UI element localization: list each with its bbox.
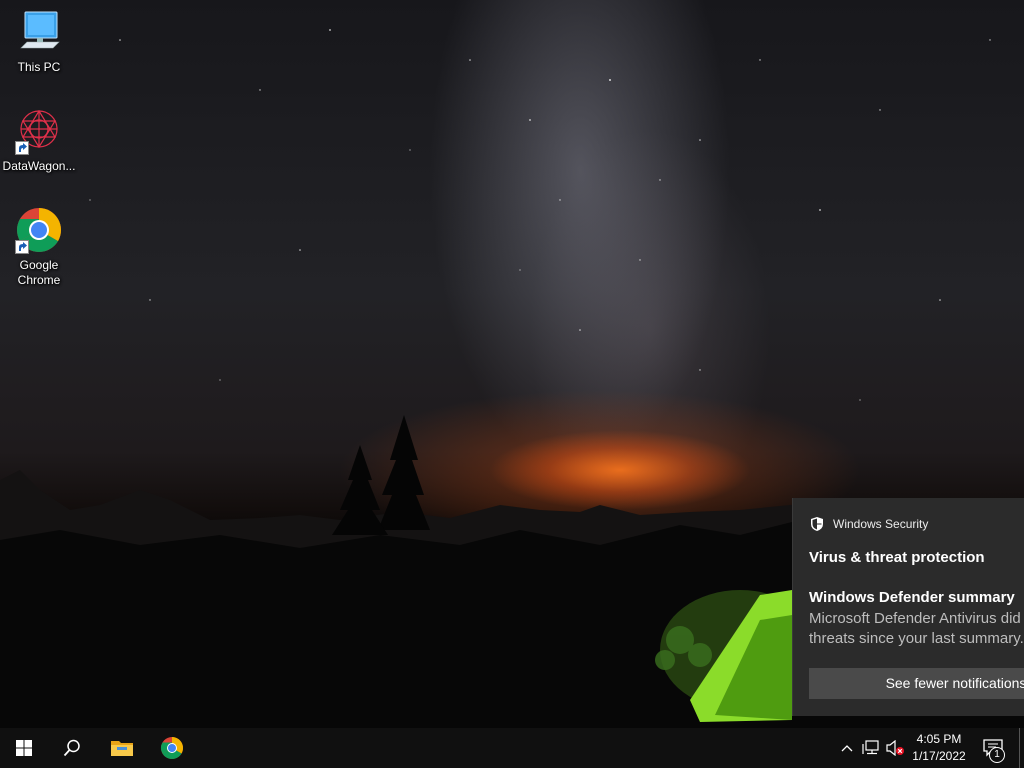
taskbar: 4:05 PM 1/17/2022: [0, 728, 1024, 768]
chevron-up-icon: [841, 745, 853, 752]
see-fewer-notifications-button[interactable]: See fewer notifications: [809, 668, 1024, 699]
desktop-icon-datawagon[interactable]: DataWagon...: [1, 107, 77, 174]
shortcut-arrow-icon: [15, 141, 29, 155]
notification-count-badge: 1: [989, 747, 1005, 763]
start-button[interactable]: [0, 728, 48, 768]
desktop-icon-label: Google Chrome: [17, 258, 61, 287]
network-button[interactable]: [860, 728, 882, 768]
notification-title: Windows Defender summary: [809, 589, 1015, 606]
chrome-taskbar-button[interactable]: [148, 728, 196, 768]
notification-body: Microsoft Defender Antivirus did threats…: [809, 609, 1024, 649]
desktop-icon-google-chrome[interactable]: Google Chrome: [1, 206, 77, 288]
file-explorer-button[interactable]: [98, 728, 146, 768]
network-icon: [862, 740, 879, 755]
shortcut-arrow-icon: [15, 240, 29, 254]
datawagon-icon: [15, 107, 63, 155]
show-desktop-divider: [1018, 728, 1020, 768]
taskbar-clock[interactable]: 4:05 PM 1/17/2022: [906, 731, 972, 765]
stars: [89, 29, 991, 401]
search-icon: [63, 739, 80, 757]
desktop-icon-label: This PC: [17, 60, 61, 74]
notification-app-row: Windows Security: [809, 516, 928, 532]
file-explorer-icon: [111, 741, 133, 756]
volume-button[interactable]: [884, 728, 906, 768]
security-notification-toast[interactable]: Windows Security Virus & threat protecti…: [792, 498, 1024, 716]
notification-body-line: threats since your last summary.: [809, 630, 1024, 647]
notification-app-name: Windows Security: [833, 517, 929, 531]
clock-date: 1/17/2022: [912, 749, 966, 763]
shield-icon: [811, 517, 823, 531]
notification-heading: Virus & threat protection: [809, 549, 985, 566]
chrome-icon: [161, 737, 183, 759]
show-desktop-button[interactable]: [1014, 728, 1024, 768]
windows-start-icon: [16, 740, 32, 756]
computer-icon: [15, 8, 63, 56]
notification-body-line: Microsoft Defender Antivirus did: [809, 610, 1021, 627]
chrome-icon: [15, 206, 63, 254]
desktop-icon-this-pc[interactable]: This PC: [1, 8, 77, 75]
search-button[interactable]: [48, 728, 96, 768]
desktop-icon-label: DataWagon...: [2, 159, 76, 173]
clock-time: 4:05 PM: [916, 732, 962, 746]
show-hidden-icons-button[interactable]: [838, 728, 856, 768]
speaker-muted-icon: [886, 740, 904, 756]
